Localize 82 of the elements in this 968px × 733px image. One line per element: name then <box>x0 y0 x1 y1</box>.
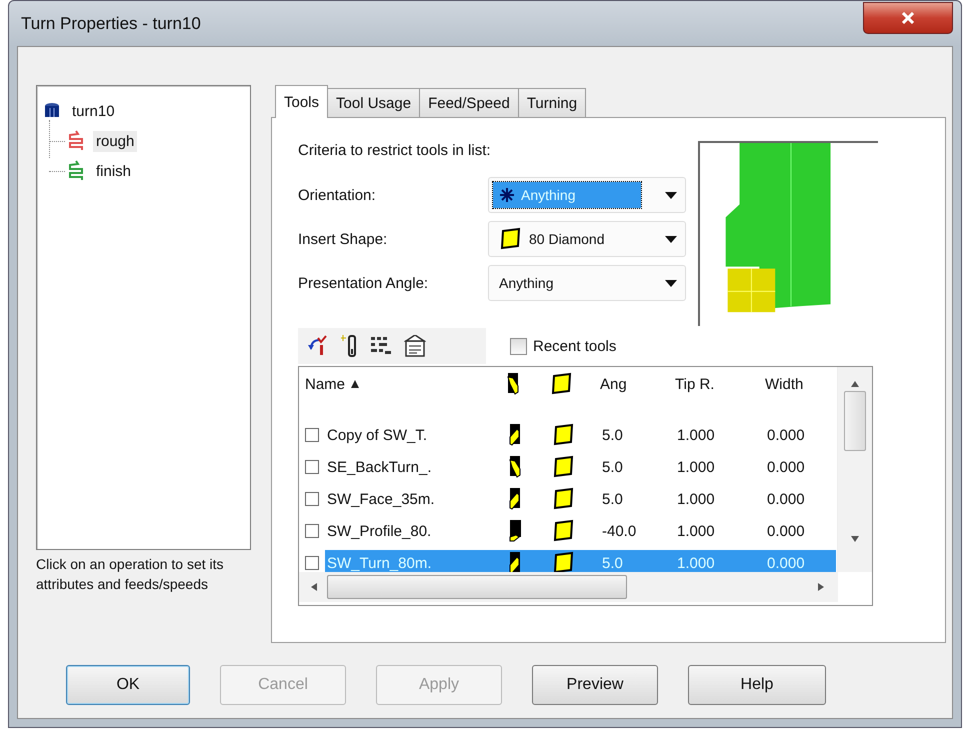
scroll-thumb[interactable] <box>844 391 866 451</box>
column-header[interactable]: Width <box>765 376 804 392</box>
tab[interactable]: Tool Usage <box>327 88 420 117</box>
checkbox[interactable] <box>305 460 319 474</box>
insert-shape-icon <box>499 227 523 251</box>
part-icon <box>43 102 61 120</box>
close-icon <box>902 12 914 24</box>
dropdown-value: 80 Diamond <box>529 231 604 247</box>
dropdown-arrow-icon <box>665 280 677 286</box>
table-cell-text: 1.000 <box>676 426 716 446</box>
close-button[interactable] <box>863 2 953 34</box>
table-cell-text: 0.000 <box>766 458 806 478</box>
tool-name[interactable]: SW_Face_35m. <box>325 486 505 512</box>
dialog-button[interactable]: Preview <box>532 665 658 705</box>
table-cell-text: 5.0 <box>601 426 624 446</box>
table-cell-text: 5.0 <box>601 490 624 510</box>
tool-name[interactable]: Copy of SW_T. <box>325 422 505 448</box>
grid-icon[interactable] <box>370 335 392 357</box>
table-cell: 5.0 <box>600 550 676 572</box>
holder-icon <box>505 372 521 396</box>
sort-ascending-icon <box>351 380 360 388</box>
scroll-thumb[interactable] <box>327 575 627 599</box>
table-cell-text: 1.000 <box>676 522 716 542</box>
checkbox[interactable] <box>305 428 319 442</box>
undo-icon[interactable] <box>308 335 328 357</box>
vertical-scrollbar[interactable] <box>837 367 872 572</box>
operation-tree[interactable]: turn10 rough finish <box>36 85 251 550</box>
scroll-up-icon[interactable] <box>851 381 859 387</box>
checkbox[interactable] <box>305 492 319 506</box>
zigzag-icon <box>67 130 85 152</box>
table-cell-text: 0.000 <box>766 490 806 510</box>
dropdown-arrow-icon <box>665 192 677 198</box>
tool-name[interactable]: SW_Profile_80. <box>325 518 505 544</box>
table-cell-text: -40.0 <box>601 522 638 542</box>
tree-item[interactable]: rough <box>93 130 138 152</box>
table-cell-text: 5.0 <box>601 458 624 478</box>
tool-list[interactable]: Name Ang Tip R. Width Copy of SW_T. 5.0 1.000 0.000 SE_BackTurn_. 5.0 1.000 0.000 SW_Face_35m. 5.0 1.000 0.000 SW_Profile_80. -40.0 1.000 0.000 SW_Turn_80m. 5.0 1.000 0.000 <box>298 366 873 606</box>
dropdown-arrow-icon <box>665 236 677 242</box>
column-header[interactable]: Ang <box>600 376 627 392</box>
dropdown-value: Anything <box>499 275 554 291</box>
checkbox-label[interactable]: Recent tools <box>533 338 616 354</box>
dialog-button[interactable]: Help <box>688 665 826 705</box>
properties-icon[interactable] <box>404 335 426 357</box>
field-label: Presentation Angle: <box>298 274 430 292</box>
help-text: Click on an operation to set its attributes and feeds/speeds <box>36 555 225 594</box>
table-cell-text: 0.000 <box>766 426 806 446</box>
asterisk-icon <box>499 187 515 203</box>
dropdown-value: Anything <box>521 187 576 203</box>
checkbox[interactable] <box>305 524 319 538</box>
scroll-right-icon[interactable] <box>818 583 824 591</box>
table-cell-text: 1.000 <box>676 458 716 478</box>
table-cell: 1.000 <box>675 550 766 572</box>
dropdown[interactable]: Anything <box>488 265 686 301</box>
tab[interactable]: Feed/Speed <box>419 88 519 117</box>
column-header[interactable]: Name <box>305 376 346 392</box>
zigzag-icon <box>67 160 85 182</box>
field-label: Orientation: <box>298 186 377 204</box>
window-title: Turn Properties - turn10 <box>20 14 201 34</box>
scroll-left-icon[interactable] <box>311 583 317 591</box>
table-cell-text: 0.000 <box>766 522 806 542</box>
tree-item[interactable]: turn10 <box>69 100 118 122</box>
tool-icon[interactable] <box>340 335 358 357</box>
insert-shape-icon <box>552 519 576 543</box>
horizontal-scrollbar[interactable] <box>299 572 838 602</box>
tool-name[interactable]: SE_BackTurn_. <box>325 454 505 480</box>
checkbox[interactable] <box>305 556 319 570</box>
criteria-label: Criteria to restrict tools in list: <box>298 142 492 159</box>
checkbox[interactable] <box>510 338 527 354</box>
table-cell-text: 1.000 <box>676 490 716 510</box>
field-label: Insert Shape: <box>298 230 388 248</box>
insert-shape-icon <box>552 423 576 447</box>
scroll-down-icon[interactable] <box>851 536 859 542</box>
insert-shape-icon <box>550 372 574 396</box>
column-header[interactable]: Tip R. <box>675 376 714 392</box>
dialog-button[interactable]: OK <box>66 665 190 705</box>
insert-shape-icon <box>552 455 576 479</box>
table-cell: 0.000 <box>765 550 836 572</box>
tree-item[interactable]: finish <box>93 160 134 182</box>
tab[interactable]: Tools <box>275 85 328 118</box>
tab[interactable]: Turning <box>518 88 586 117</box>
dropdown[interactable]: 80 Diamond <box>488 221 686 257</box>
insert-shape-icon <box>552 487 576 511</box>
